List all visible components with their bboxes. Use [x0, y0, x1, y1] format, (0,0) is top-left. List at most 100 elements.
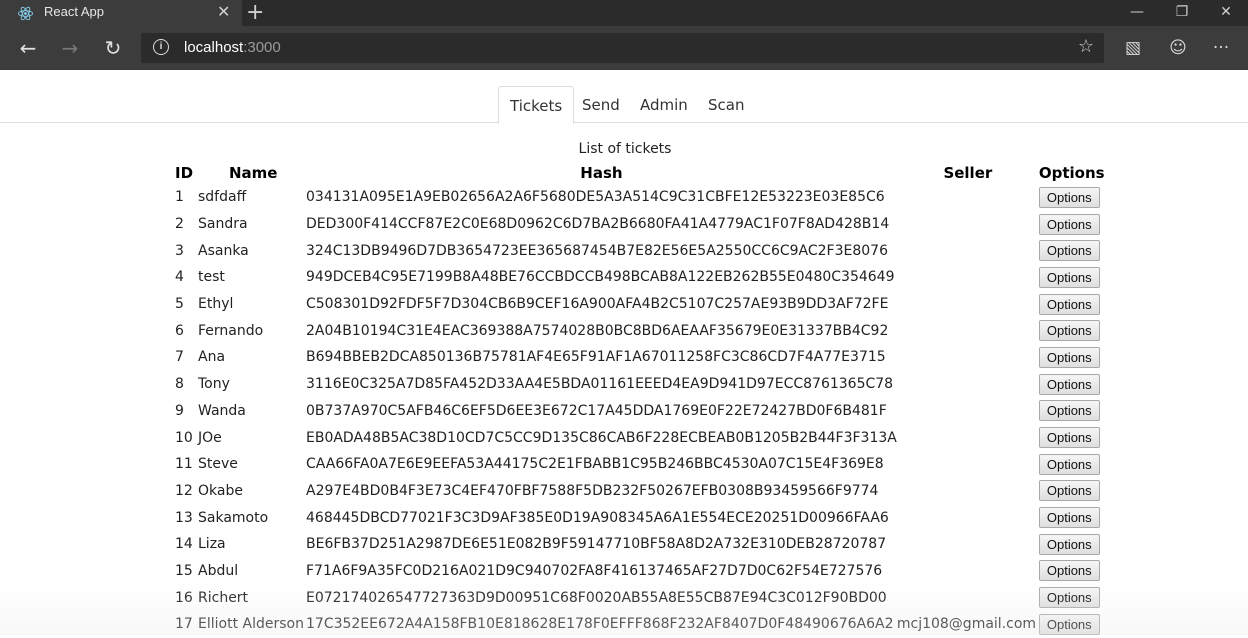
- cell-hash: 034131A095E1A9EB02656A2A6F5680DE5A3A514C…: [306, 189, 885, 206]
- cell-hash: 949DCEB4C95E7199B8A48BE76CCBDCCB498BCAB8…: [306, 269, 895, 286]
- tab-close-icon[interactable]: ✕: [217, 2, 230, 21]
- column-header-hash: Hash: [580, 164, 623, 182]
- address-toolbar: ← → ↻ i localhost:3000 ☆ ▧ ☺ ···: [0, 26, 1248, 70]
- tab-send[interactable]: Send: [571, 86, 631, 122]
- options-button[interactable]: Options: [1038, 587, 1100, 609]
- options-button[interactable]: Options: [1038, 186, 1100, 208]
- cell-name: Liza: [198, 536, 226, 553]
- options-button[interactable]: Options: [1038, 320, 1100, 342]
- address-bar[interactable]: i localhost:3000 ☆: [141, 33, 1104, 63]
- cell-id: 15: [175, 562, 193, 579]
- options-button[interactable]: Options: [1038, 373, 1100, 395]
- options-button[interactable]: Options: [1038, 453, 1100, 475]
- cell-options: Options: [1038, 291, 1105, 318]
- cast-icon[interactable]: ▧: [1119, 34, 1147, 62]
- more-menu-icon[interactable]: ···: [1207, 34, 1235, 62]
- nav-tabs-divider: [0, 122, 1248, 123]
- table-row: 1 sdfdaff 034131A095E1A9EB02656A2A6F5680DE…: [172, 184, 1105, 211]
- table-header-row: ID Name Hash Seller Options: [172, 162, 1105, 184]
- tab-tickets[interactable]: Tickets: [498, 86, 575, 124]
- cell-hash: EB0ADA48B5AC38D10CD7C5CC9D135C86CAB6F228…: [306, 429, 897, 446]
- cell-hash: CAA66FA0A7E6E9EEFA53A44175C2E1FBABB1C95B…: [306, 456, 884, 473]
- cell-name: JOe: [198, 429, 222, 446]
- cell-options: Options: [1038, 504, 1105, 531]
- cell-id: 13: [175, 509, 193, 526]
- options-button[interactable]: Options: [1038, 613, 1100, 635]
- cell-name: Sandra: [198, 216, 248, 233]
- cell-hash: E072174026547727363D9D00951C68F0020AB55A…: [306, 589, 887, 606]
- options-button[interactable]: Options: [1038, 533, 1100, 555]
- cell-seller: [897, 291, 1039, 318]
- cell-name: Ana: [198, 349, 226, 366]
- cell-id: 14: [175, 536, 193, 553]
- table-row: 17 Elliott Alderson 17C352EE672A4A158FB10E…: [172, 611, 1105, 638]
- options-button[interactable]: Options: [1038, 240, 1100, 262]
- options-button[interactable]: Options: [1038, 507, 1100, 529]
- cell-seller: [897, 317, 1039, 344]
- tab-admin[interactable]: Admin: [629, 86, 699, 122]
- cell-name: Asanka: [198, 242, 249, 259]
- cell-name: Steve: [198, 456, 238, 473]
- minimize-button[interactable]: —: [1114, 0, 1160, 26]
- table-row: 2 Sandra DED300F414CCF87E2C0E68D0962C6D7BA…: [172, 211, 1105, 238]
- url-host: localhost: [184, 39, 244, 56]
- cell-seller: [897, 478, 1039, 505]
- cell-hash: DED300F414CCF87E2C0E68D0962C6D7BA2B6680F…: [306, 216, 890, 233]
- cell-id: 16: [175, 589, 193, 606]
- cell-seller: [897, 237, 1039, 264]
- cell-hash: 0B737A970C5AFB46C6EF5D6EE3E672C17A45DDA1…: [306, 402, 887, 419]
- tab-scan[interactable]: Scan: [697, 86, 755, 122]
- url-text[interactable]: localhost:3000: [184, 39, 281, 56]
- cell-name: Fernando: [198, 322, 264, 339]
- favorite-star-icon[interactable]: ☆: [1078, 36, 1094, 57]
- options-button[interactable]: Options: [1038, 346, 1100, 368]
- cell-id: 6: [175, 322, 184, 339]
- options-button[interactable]: Options: [1038, 213, 1100, 235]
- table-row: 13 Sakamoto 468445DBCD77021F3C3D9AF385E0D1…: [172, 504, 1105, 531]
- cell-id: 2: [175, 216, 184, 233]
- cell-seller: [897, 371, 1039, 398]
- table-row: 15 Abdul F71A6F9A35FC0D216A021D9C940702FA8…: [172, 558, 1105, 585]
- table-row: 8 Tony 3116E0C325A7D85FA452D33AA4E5BDA0116…: [172, 371, 1105, 398]
- back-button[interactable]: ←: [14, 34, 42, 62]
- new-tab-button[interactable]: +: [246, 0, 264, 26]
- options-button[interactable]: Options: [1038, 427, 1100, 449]
- cell-hash: 3116E0C325A7D85FA452D33AA4E5BDA01161EEED…: [306, 376, 894, 393]
- cell-id: 5: [175, 296, 184, 313]
- cell-hash: A297E4BD0B4F3E73C4EF470FBF7588F5DB232F50…: [306, 482, 879, 499]
- column-header-seller: Seller: [943, 164, 993, 182]
- cell-seller: [897, 344, 1039, 371]
- table-row: 10 JOe EB0ADA48B5AC38D10CD7C5CC9D135C86CAB…: [172, 424, 1105, 451]
- table-row: 7 Ana B694BBEB2DCA850136B75781AF4E65F91AF1…: [172, 344, 1105, 371]
- options-button[interactable]: Options: [1038, 560, 1100, 582]
- react-logo-icon: [17, 6, 34, 21]
- cell-hash: 2A04B10194C31E4EAC369388A7574028B0BC8BD6…: [306, 322, 889, 339]
- cell-hash: 17C352EE672A4A158FB10E818628E178F0EFFF86…: [306, 616, 894, 633]
- cell-options: Options: [1038, 478, 1105, 505]
- cell-options: Options: [1038, 237, 1105, 264]
- cell-options: Options: [1038, 211, 1105, 238]
- cell-options: Options: [1038, 558, 1105, 585]
- options-button[interactable]: Options: [1038, 266, 1100, 288]
- cell-options: Options: [1038, 371, 1105, 398]
- site-info-icon[interactable]: i: [153, 39, 169, 55]
- options-button[interactable]: Options: [1038, 400, 1100, 422]
- table-row: 16 Richert E072174026547727363D9D00951C68F…: [172, 584, 1105, 611]
- cell-hash: 468445DBCD77021F3C3D9AF385E0D19A908345A6…: [306, 509, 889, 526]
- browser-tab[interactable]: React App ✕: [0, 0, 242, 26]
- refresh-button[interactable]: ↻: [99, 34, 127, 62]
- cell-name: Abdul: [198, 562, 239, 579]
- table-row: 5 Ethyl C508301D92FDF5F7D304CB6B9CEF16A900…: [172, 291, 1105, 318]
- options-button[interactable]: Options: [1038, 480, 1100, 502]
- forward-button[interactable]: →: [56, 34, 84, 62]
- cell-seller: [897, 264, 1039, 291]
- options-button[interactable]: Options: [1038, 293, 1100, 315]
- window-close-button[interactable]: ✕: [1203, 0, 1248, 26]
- cell-seller: [897, 558, 1039, 585]
- cell-id: 11: [175, 456, 193, 473]
- table-row: 14 Liza BE6FB37D251A2987DE6E51E082B9F59147…: [172, 531, 1105, 558]
- cell-seller: [897, 504, 1039, 531]
- feedback-icon[interactable]: ☺: [1164, 34, 1192, 62]
- restore-button[interactable]: ❐: [1159, 0, 1205, 26]
- cell-id: 7: [175, 349, 184, 366]
